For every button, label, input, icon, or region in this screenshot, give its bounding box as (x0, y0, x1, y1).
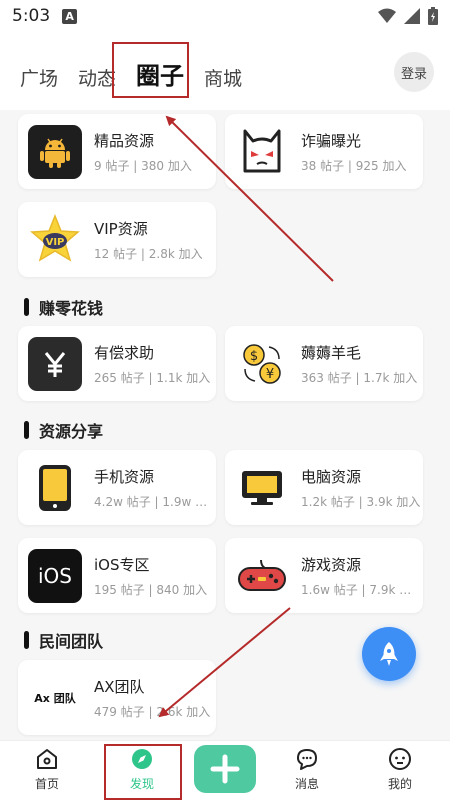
screen: 5:03 A 广场 动态 圈子 商城 登录 精品资源 9 帖子 | 380 加入… (0, 0, 450, 800)
nav-item-messages[interactable]: 消息 (277, 747, 337, 792)
group-name: 诈骗曝光 (301, 131, 362, 150)
svg-text:VIP: VIP (46, 237, 65, 248)
group-card[interactable]: 精品资源 9 帖子 | 380 加入 (18, 114, 216, 189)
wifi-icon (378, 8, 396, 23)
notification-icon: A (62, 8, 78, 24)
group-card[interactable]: 电脑资源 1.2k 帖子 | 3.9k 加入 (225, 450, 423, 525)
login-button[interactable]: 登录 (394, 52, 434, 92)
nav-label: 首页 (34, 777, 59, 791)
add-post-button[interactable] (194, 745, 256, 793)
group-card[interactable]: 有偿求助 265 帖子 | 1.1k 加入 (18, 326, 216, 401)
home-icon (37, 749, 57, 769)
currency-exchange-icon: $ ¥ (235, 337, 289, 391)
status-bar: 5:03 A (0, 0, 450, 32)
nav-item-profile[interactable]: 我的 (370, 747, 430, 792)
group-name: 手机资源 (94, 467, 155, 486)
group-name: VIP资源 (94, 219, 148, 238)
header: 广场 动态 圈子 商城 登录 (0, 32, 450, 110)
group-stats: 195 帖子 | 840 加入 (94, 582, 208, 597)
ax-team-logo: Ax 团队 (34, 691, 76, 705)
group-card[interactable]: $ ¥ 薅薅羊毛 363 帖子 | 1.7k 加入 (225, 326, 423, 401)
section-header: 民间团队 (24, 628, 103, 652)
section-bar (24, 631, 29, 649)
phone-icon (28, 461, 82, 515)
nav-highlight-box (104, 744, 182, 800)
group-stats: 9 帖子 | 380 加入 (94, 158, 192, 173)
battery-icon (428, 7, 438, 25)
gamepad-icon (235, 549, 289, 603)
section-header: 资源分享 (24, 418, 103, 442)
group-stats: 1.6w 帖子 | 7.9k 加入 (301, 582, 423, 597)
svg-text:¥: ¥ (266, 367, 274, 382)
svg-text:$: $ (250, 349, 258, 364)
devil-icon (235, 125, 289, 179)
group-card[interactable]: iOS iOS专区 195 帖子 | 840 加入 (18, 538, 216, 613)
group-stats: 38 帖子 | 925 加入 (301, 158, 407, 173)
monitor-icon (235, 461, 289, 515)
android-icon (28, 124, 82, 179)
rocket-icon (380, 642, 398, 666)
group-name: 游戏资源 (301, 555, 362, 574)
group-card[interactable]: 手机资源 4.2w 帖子 | 1.9w 加入 (18, 450, 216, 525)
chat-icon (297, 749, 317, 770)
section-title: 资源分享 (39, 422, 104, 441)
profile-icon (389, 748, 411, 770)
group-card[interactable]: VIP VIP资源 12 帖子 | 2.8k 加入 (18, 202, 216, 277)
group-name: 有偿求助 (94, 343, 155, 362)
plus-icon (210, 754, 240, 784)
tab-highlight-box (112, 42, 189, 98)
section-bar (24, 421, 29, 439)
group-stats: 363 帖子 | 1.7k 加入 (301, 370, 418, 385)
group-card[interactable]: Ax 团队 AX团队 479 帖子 | 2.6k 加入 (18, 660, 216, 735)
section-title: 赚零花钱 (39, 299, 104, 318)
nav-item-home[interactable]: 首页 (17, 747, 77, 792)
group-stats: 4.2w 帖子 | 1.9w 加入 (94, 494, 216, 509)
section-title: 民间团队 (39, 632, 104, 651)
group-card[interactable]: 诈骗曝光 38 帖子 | 925 加入 (225, 114, 423, 189)
group-stats: 1.2k 帖子 | 3.9k 加入 (301, 494, 421, 509)
signal-icon (404, 8, 420, 24)
nav-label: 我的 (387, 777, 412, 791)
section-header: 赚零花钱 (24, 295, 103, 319)
group-name: AX团队 (94, 677, 145, 696)
group-name: iOS专区 (94, 555, 150, 574)
vip-star-icon: VIP (28, 213, 82, 267)
group-stats: 12 帖子 | 2.8k 加入 (94, 246, 203, 261)
group-name: 薅薅羊毛 (301, 343, 362, 362)
nav-label: 消息 (294, 777, 319, 791)
status-time: 5:03 (12, 6, 51, 26)
group-stats: 479 帖子 | 2.6k 加入 (94, 704, 211, 719)
section-bar (24, 298, 29, 316)
tab-square[interactable]: 广场 (20, 64, 58, 91)
tab-mall[interactable]: 商城 (204, 64, 242, 91)
rocket-fab-button[interactable] (362, 627, 416, 681)
group-stats: 265 帖子 | 1.1k 加入 (94, 370, 211, 385)
group-name: 电脑资源 (301, 467, 362, 486)
group-card[interactable]: 游戏资源 1.6w 帖子 | 7.9k 加入 (225, 538, 423, 613)
status-right (378, 7, 438, 25)
tab-dynamic[interactable]: 动态 (78, 64, 116, 91)
ios-icon: iOS (28, 548, 82, 603)
group-name: 精品资源 (94, 131, 155, 150)
yen-icon (28, 336, 82, 391)
